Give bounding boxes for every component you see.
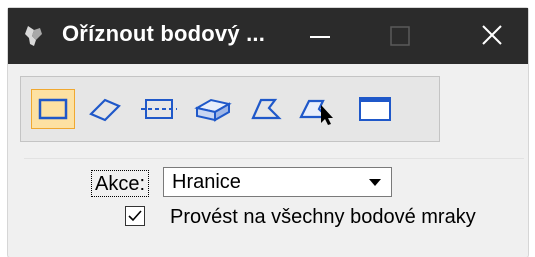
rectangle-block-icon <box>38 98 68 120</box>
action-dropdown-value: Hranice <box>172 171 241 193</box>
apply-all-label: Provést na všechny bodové mraky <box>170 206 476 228</box>
view-window-icon <box>359 97 391 121</box>
action-dropdown[interactable]: Hranice <box>163 167 392 197</box>
tool-clip-by-volume[interactable] <box>191 89 235 129</box>
tool-clip-by-view[interactable] <box>353 89 397 129</box>
tool-clip-by-rotated-block[interactable] <box>83 89 127 129</box>
divider <box>24 158 524 159</box>
tool-clip-by-element[interactable] <box>295 89 339 129</box>
maximize-icon <box>390 26 410 46</box>
checkmark-icon <box>128 210 142 222</box>
apply-all-checkbox[interactable] <box>125 206 145 226</box>
tool-clip-by-block[interactable] <box>31 89 75 129</box>
section-icon <box>141 99 177 119</box>
minimize-button[interactable] <box>288 8 352 64</box>
close-button[interactable] <box>460 8 524 64</box>
action-label: Akce: <box>91 170 150 197</box>
shape-icon <box>251 98 282 120</box>
chevron-down-icon <box>369 179 381 186</box>
volume-box-icon <box>194 98 232 122</box>
maximize-button[interactable] <box>368 8 432 64</box>
element-select-icon <box>299 99 333 125</box>
minimize-icon <box>310 36 330 38</box>
close-icon <box>482 25 502 45</box>
window-title: Oříznout bodový ... <box>62 21 266 46</box>
tool-clip-by-shape[interactable] <box>243 89 287 129</box>
clip-dialog-window: Oříznout bodový ... Akce: Hranice Provés… <box>8 8 528 257</box>
tool-clip-by-section[interactable] <box>137 89 181 129</box>
rotated-rectangle-icon <box>89 98 121 122</box>
title-bar[interactable]: Oříznout bodový ... <box>8 8 528 64</box>
app-icon <box>25 26 42 46</box>
clip-method-toolbar <box>20 76 440 142</box>
